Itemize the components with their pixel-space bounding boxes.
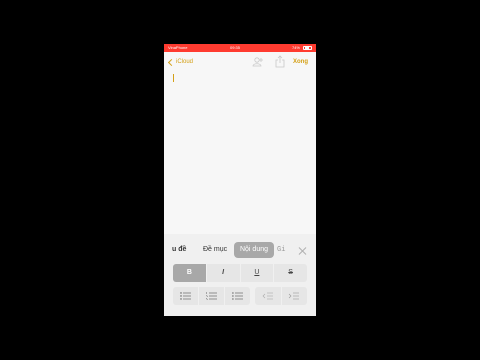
carrier-label: VinaPhone — [168, 45, 188, 50]
list-style-group — [173, 287, 250, 305]
text-format-row: B I U S — [173, 264, 307, 282]
nav-bar: iCloud Xong — [164, 52, 316, 72]
style-heading[interactable]: Đề mục — [203, 242, 227, 258]
style-body[interactable]: Nội dung — [234, 242, 274, 258]
numbered-list-button[interactable] — [199, 287, 224, 305]
phone-screen: VinaPhone 09:35 74% iCloud Xong u đề Đề … — [164, 44, 316, 316]
underline-button[interactable]: U — [240, 264, 274, 282]
close-icon[interactable] — [298, 247, 306, 255]
bulleted-list-button[interactable] — [173, 287, 198, 305]
status-bar: VinaPhone 09:35 74% — [164, 44, 316, 52]
indent-group — [255, 287, 307, 305]
outdent-button[interactable] — [255, 287, 281, 305]
italic-button[interactable]: I — [206, 264, 240, 282]
list-format-row — [173, 287, 307, 305]
note-text-area[interactable] — [164, 72, 316, 244]
style-monospaced[interactable]: Gi — [277, 242, 285, 258]
chevron-left-icon — [167, 58, 176, 66]
add-people-icon[interactable] — [252, 56, 264, 68]
strikethrough-button[interactable]: S — [274, 264, 307, 282]
back-button[interactable]: iCloud — [167, 57, 194, 67]
back-label: iCloud — [176, 59, 194, 65]
dashed-list-icon — [231, 292, 243, 300]
dashed-list-button[interactable] — [225, 287, 250, 305]
style-title[interactable]: u đề — [172, 242, 186, 258]
paragraph-style-row: u đề Đề mục Nội dung Gi — [164, 238, 316, 260]
battery-icon — [303, 46, 312, 50]
bulleted-list-icon — [179, 292, 191, 300]
outdent-icon — [262, 292, 273, 300]
battery-percent: 74% — [291, 45, 300, 50]
numbered-list-icon — [205, 292, 217, 300]
bold-button[interactable]: B — [173, 264, 206, 282]
done-button[interactable]: Xong — [293, 57, 308, 67]
text-cursor — [173, 74, 174, 82]
indent-button[interactable] — [281, 287, 307, 305]
indent-icon — [289, 292, 300, 300]
format-panel: u đề Đề mục Nội dung Gi B I U S — [164, 234, 316, 316]
status-time: 09:35 — [230, 45, 241, 50]
share-icon[interactable] — [275, 55, 285, 68]
